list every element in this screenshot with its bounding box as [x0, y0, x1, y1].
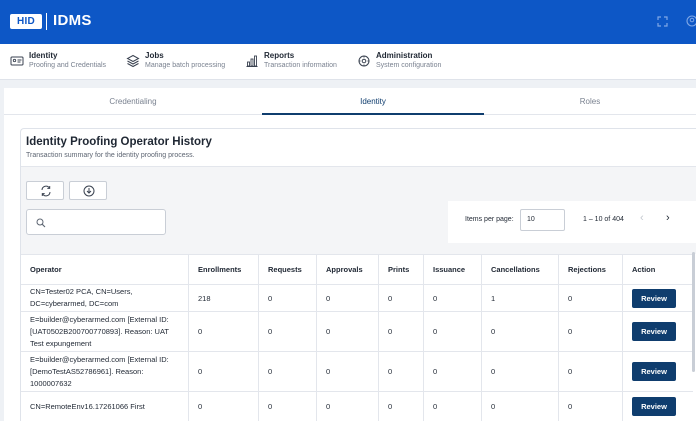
- items-per-page-label: Items per page:: [465, 216, 514, 223]
- refresh-button[interactable]: [26, 181, 64, 200]
- cell-enrollments: 0: [189, 312, 259, 351]
- app-name: IDMS: [53, 12, 92, 29]
- tab-roles[interactable]: Roles: [484, 88, 696, 115]
- cell-rejections: 0: [559, 312, 623, 351]
- table-row: E=builder@cyberarmed.com [External ID: […: [21, 312, 693, 352]
- column-cancellations: Cancellations: [482, 255, 559, 286]
- page-range: 1 – 10 of 404: [583, 216, 624, 223]
- id-card-icon: [10, 56, 24, 66]
- cell-issuance: 0: [424, 352, 482, 391]
- scrollbar[interactable]: [692, 252, 695, 372]
- tab-identity[interactable]: Identity: [262, 88, 484, 115]
- search-icon: [36, 218, 46, 228]
- gear-icon: [358, 55, 370, 67]
- top-header: HID IDMS: [0, 0, 696, 44]
- cell-issuance: 0: [424, 285, 482, 311]
- cell-prints: 0: [379, 285, 424, 311]
- column-prints: Prints: [379, 255, 424, 286]
- cell-operator: E=builder@cyberarmed.com [External ID: […: [21, 312, 189, 351]
- cell-approvals: 0: [317, 285, 379, 311]
- review-button[interactable]: Review: [632, 288, 676, 308]
- cell-approvals: 0: [317, 352, 379, 391]
- cell-cancellations: 0: [482, 392, 559, 421]
- cell-action: Review: [623, 392, 693, 421]
- nav-subtitle-identity: Proofing and Credentials: [29, 62, 107, 69]
- operator-history-card: Identity Proofing Operator History Trans…: [20, 128, 696, 421]
- logo-separator: [46, 13, 47, 30]
- cell-requests: 0: [259, 312, 317, 351]
- cell-rejections: 0: [559, 285, 623, 311]
- layers-icon: [126, 54, 140, 68]
- download-icon: [83, 185, 95, 197]
- search-box[interactable]: [26, 209, 166, 235]
- items-per-page-select[interactable]: 10: [520, 209, 565, 231]
- nav-title-administration: Administration: [376, 51, 433, 60]
- cell-enrollments: 0: [189, 392, 259, 421]
- cell-requests: 0: [259, 285, 317, 311]
- cell-rejections: 0: [559, 352, 623, 391]
- cell-cancellations: 1: [482, 285, 559, 311]
- download-button[interactable]: [69, 181, 107, 200]
- previous-page-icon[interactable]: ‹: [640, 212, 644, 224]
- review-button[interactable]: Review: [632, 397, 676, 416]
- cell-prints: 0: [379, 392, 424, 421]
- cell-action: Review: [623, 285, 693, 311]
- cell-rejections: 0: [559, 392, 623, 421]
- cell-operator: CN=Tester02 PCA, CN=Users, DC=cyberarmed…: [21, 285, 189, 311]
- cell-operator: E=builder@cyberarmed.com [External ID: […: [21, 352, 189, 391]
- cell-action: Review: [623, 352, 693, 391]
- cell-prints: 0: [379, 312, 424, 351]
- cell-cancellations: 0: [482, 312, 559, 351]
- cell-enrollments: 218: [189, 285, 259, 311]
- column-approvals: Approvals: [317, 255, 379, 286]
- nav-title-identity: Identity: [29, 51, 58, 60]
- cell-requests: 0: [259, 352, 317, 391]
- card-subtitle: Transaction summary for the identity pro…: [26, 152, 195, 159]
- toolbar-area: Items per page: 10 1 – 10 of 404 ‹ ›: [21, 167, 696, 254]
- cell-approvals: 0: [317, 312, 379, 351]
- table-row: CN=Tester02 PCA, CN=Users, DC=cyberarmed…: [21, 285, 693, 312]
- content-panel: Credentialing Identity Roles Identity Pr…: [4, 88, 696, 421]
- column-operator: Operator: [21, 255, 189, 286]
- column-requests: Requests: [259, 255, 317, 286]
- main-nav: Identity Proofing and Credentials Jobs M…: [0, 44, 696, 80]
- tab-bar: Credentialing Identity Roles: [4, 88, 696, 115]
- cell-issuance: 0: [424, 392, 482, 421]
- cell-issuance: 0: [424, 312, 482, 351]
- cell-approvals: 0: [317, 392, 379, 421]
- nav-subtitle-reports: Transaction information: [264, 62, 337, 69]
- nav-subtitle-administration: System configuration: [376, 62, 442, 69]
- column-enrollments: Enrollments: [189, 255, 259, 286]
- table-row: E=builder@cyberarmed.com [External ID: […: [21, 352, 693, 392]
- table-header: Operator Enrollments Requests Approvals …: [21, 254, 693, 286]
- nav-subtitle-jobs: Manage batch processing: [145, 62, 226, 69]
- pagination: Items per page: 10 1 – 10 of 404 ‹ ›: [448, 201, 696, 243]
- cell-action: Review: [623, 312, 693, 351]
- review-button[interactable]: Review: [632, 362, 676, 381]
- card-title: Identity Proofing Operator History: [26, 136, 212, 148]
- next-page-icon[interactable]: ›: [666, 212, 670, 224]
- review-button[interactable]: Review: [632, 322, 676, 341]
- column-action: Action: [632, 265, 656, 274]
- cell-prints: 0: [379, 352, 424, 391]
- hid-logo: HID: [10, 14, 42, 29]
- search-input[interactable]: [51, 214, 161, 231]
- nav-title-reports: Reports: [264, 51, 295, 60]
- cell-cancellations: 0: [482, 352, 559, 391]
- column-rejections: Rejections: [559, 255, 623, 286]
- user-icon[interactable]: [686, 15, 696, 27]
- cell-operator: CN=RemoteEnv16.17261066 First: [21, 392, 189, 421]
- cell-requests: 0: [259, 392, 317, 421]
- fullscreen-icon[interactable]: [657, 16, 668, 27]
- tab-credentialing[interactable]: Credentialing: [4, 88, 262, 115]
- nav-title-jobs: Jobs: [145, 51, 164, 60]
- bar-chart-icon: [246, 55, 258, 67]
- table-row: CN=RemoteEnv16.17261066 First 0 0 0 0 0 …: [21, 392, 693, 421]
- column-issuance: Issuance: [424, 255, 482, 286]
- cell-enrollments: 0: [189, 352, 259, 391]
- refresh-icon: [41, 185, 51, 197]
